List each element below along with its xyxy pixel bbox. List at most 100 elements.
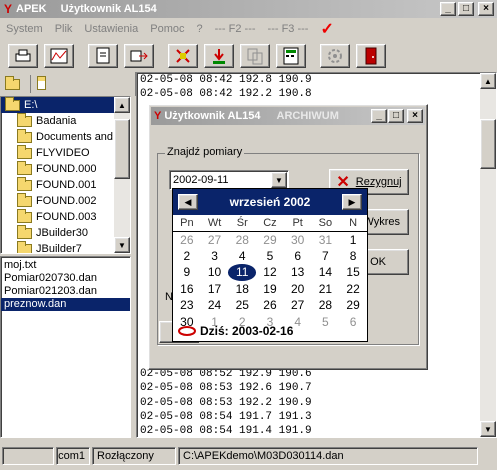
calendar-day[interactable]: 27: [201, 231, 229, 248]
exit-button[interactable]: [356, 44, 386, 68]
calendar-day[interactable]: 23: [173, 297, 201, 314]
calendar-day[interactable]: 5: [256, 248, 284, 265]
calendar-day[interactable]: 4: [228, 248, 256, 265]
file-list-item[interactable]: Pomiar020730.dan: [1, 272, 130, 285]
file-list-item[interactable]: moj.txt: [1, 259, 130, 272]
file-list-item[interactable]: Pomiar021203.dan: [1, 285, 130, 298]
folder-icon: [17, 144, 32, 159]
calendar-day[interactable]: 28: [228, 231, 256, 248]
calendar-day[interactable]: 7: [312, 248, 340, 265]
weekday-label: Cz: [256, 215, 284, 232]
app-logo-icon: Y: [4, 2, 13, 16]
calendar-day[interactable]: 11: [228, 264, 257, 281]
dialog-minimize-button[interactable]: _: [371, 109, 387, 123]
calendar-day[interactable]: 8: [339, 248, 367, 265]
log-scroll-thumb[interactable]: [480, 119, 496, 169]
calendar-day[interactable]: 24: [201, 297, 229, 314]
calendar-day[interactable]: 9: [173, 264, 201, 281]
tree-folder[interactable]: FOUND.001: [1, 176, 130, 193]
close-button[interactable]: ×: [478, 2, 494, 16]
calendar-day[interactable]: 26: [256, 297, 284, 314]
tree-root[interactable]: E:\: [1, 97, 114, 113]
print-button[interactable]: [8, 44, 38, 68]
calendar-day[interactable]: 14: [312, 264, 340, 281]
today-row[interactable]: Dziś: 2003-02-16: [177, 324, 293, 338]
calendar-day[interactable]: 17: [201, 281, 229, 298]
calendar-day[interactable]: 28: [312, 297, 340, 314]
next-month-button[interactable]: ▶: [342, 194, 362, 210]
dialog-close-button[interactable]: ×: [407, 109, 423, 123]
document-button[interactable]: [88, 44, 118, 68]
tree-folder[interactable]: Badania: [1, 112, 130, 129]
calendar-day[interactable]: 22: [339, 281, 367, 298]
calculator-button[interactable]: [276, 44, 306, 68]
graph-button[interactable]: [44, 44, 74, 68]
tree-folder[interactable]: JBuilder30: [1, 224, 130, 241]
month-label[interactable]: wrzesień 2002: [230, 195, 311, 209]
tree-folder[interactable]: JBuilder7: [1, 240, 130, 254]
prev-month-button[interactable]: ◀: [178, 194, 198, 210]
calendar-day[interactable]: 3: [201, 248, 229, 265]
tree-folder-label: FOUND.002: [36, 195, 97, 207]
app-name: APEK: [16, 3, 47, 15]
calendar-day[interactable]: 25: [228, 297, 256, 314]
status-empty: [2, 447, 54, 465]
menu-settings[interactable]: Ustawienia: [78, 23, 144, 35]
calendar-day[interactable]: 2: [173, 248, 201, 265]
calendar-day[interactable]: 20: [284, 281, 312, 298]
calendar-day[interactable]: 15: [339, 264, 367, 281]
calendar-day[interactable]: 13: [284, 264, 312, 281]
calendar-day[interactable]: 16: [173, 281, 201, 298]
calendar-day[interactable]: 30: [284, 231, 312, 248]
transfer-icon: [130, 50, 148, 62]
calendar-day[interactable]: 27: [284, 297, 312, 314]
menu-f3[interactable]: --- F3 ---: [262, 23, 315, 35]
tree-folder[interactable]: Documents and: [1, 128, 130, 145]
menu-system[interactable]: System: [0, 23, 49, 35]
scroll-down-button[interactable]: ▼: [114, 237, 130, 253]
menu-question[interactable]: ?: [190, 23, 208, 35]
dialog-maximize-button[interactable]: □: [388, 109, 404, 123]
chart-icon: [50, 48, 68, 64]
calendar-day[interactable]: 31: [312, 231, 340, 248]
tree-folder[interactable]: FOUND.000: [1, 160, 130, 177]
calendar-day[interactable]: 1: [339, 231, 367, 248]
calendar-day[interactable]: 12: [256, 264, 284, 281]
tree-folder[interactable]: FOUND.002: [1, 192, 130, 209]
tree-scrollbar[interactable]: ▲ ▼: [114, 97, 130, 253]
exit-door-icon: [365, 47, 377, 65]
disconnect-button[interactable]: [168, 44, 198, 68]
log-scrollbar[interactable]: ▲ ▼: [480, 73, 496, 437]
chevron-down-icon[interactable]: ▼: [271, 172, 287, 188]
calendar-day[interactable]: 18: [228, 281, 256, 298]
calendar-day[interactable]: 19: [256, 281, 284, 298]
download-button[interactable]: [204, 44, 234, 68]
root-folder-icon[interactable]: [4, 75, 24, 93]
calendar-day[interactable]: 26: [173, 231, 201, 248]
transfer-button[interactable]: [124, 44, 154, 68]
minimize-button[interactable]: _: [440, 2, 456, 16]
chart-label: Wykres: [363, 216, 400, 228]
calendar-day[interactable]: 6: [284, 248, 312, 265]
menu-file[interactable]: Plik: [49, 23, 79, 35]
tree-folder[interactable]: FLYVIDEO: [1, 144, 130, 161]
maximize-button[interactable]: □: [458, 2, 474, 16]
scroll-thumb[interactable]: [114, 119, 130, 179]
menu-f2[interactable]: --- F2 ---: [209, 23, 262, 35]
calendar-day[interactable]: 5: [312, 314, 340, 331]
tree-folder-label: JBuilder7: [36, 243, 82, 254]
file-list-item[interactable]: preznow.dan: [1, 298, 130, 311]
scroll-up-button[interactable]: ▲: [114, 97, 130, 113]
date-dropdown[interactable]: 2002-09-11 ▼: [169, 170, 289, 190]
log-scroll-up-button[interactable]: ▲: [480, 73, 496, 89]
calendar-day[interactable]: 6: [339, 314, 367, 331]
calendar-day[interactable]: 10: [201, 264, 229, 281]
calendar-day[interactable]: 29: [256, 231, 284, 248]
log-scroll-down-button[interactable]: ▼: [480, 421, 496, 437]
tree-folder[interactable]: FOUND.003: [1, 208, 130, 225]
menu-help[interactable]: Pomoc: [144, 23, 190, 35]
cancel-label: Rezygnuj: [355, 176, 402, 188]
calendar-day[interactable]: 29: [339, 297, 367, 314]
calendar-day[interactable]: 21: [312, 281, 340, 298]
new-folder-icon[interactable]: [30, 75, 50, 93]
